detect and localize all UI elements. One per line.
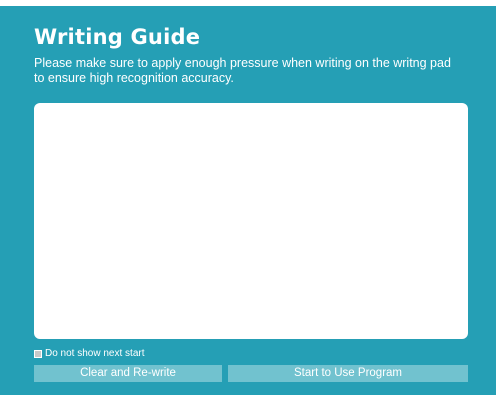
do-not-show-label: Do not show next start (45, 348, 145, 359)
do-not-show-checkbox[interactable] (34, 349, 42, 358)
guide-title: Writing Guide (34, 25, 201, 49)
clear-and-rewrite-button[interactable]: Clear and Re-write (34, 365, 222, 382)
writing-guide-panel: Writing Guide Please make sure to apply … (0, 6, 496, 395)
writing-pad[interactable] (34, 103, 468, 339)
guide-instructions: Please make sure to apply enough pressur… (34, 56, 451, 85)
do-not-show-option[interactable]: Do not show next start (34, 348, 145, 359)
start-program-button[interactable]: Start to Use Program (228, 365, 468, 382)
